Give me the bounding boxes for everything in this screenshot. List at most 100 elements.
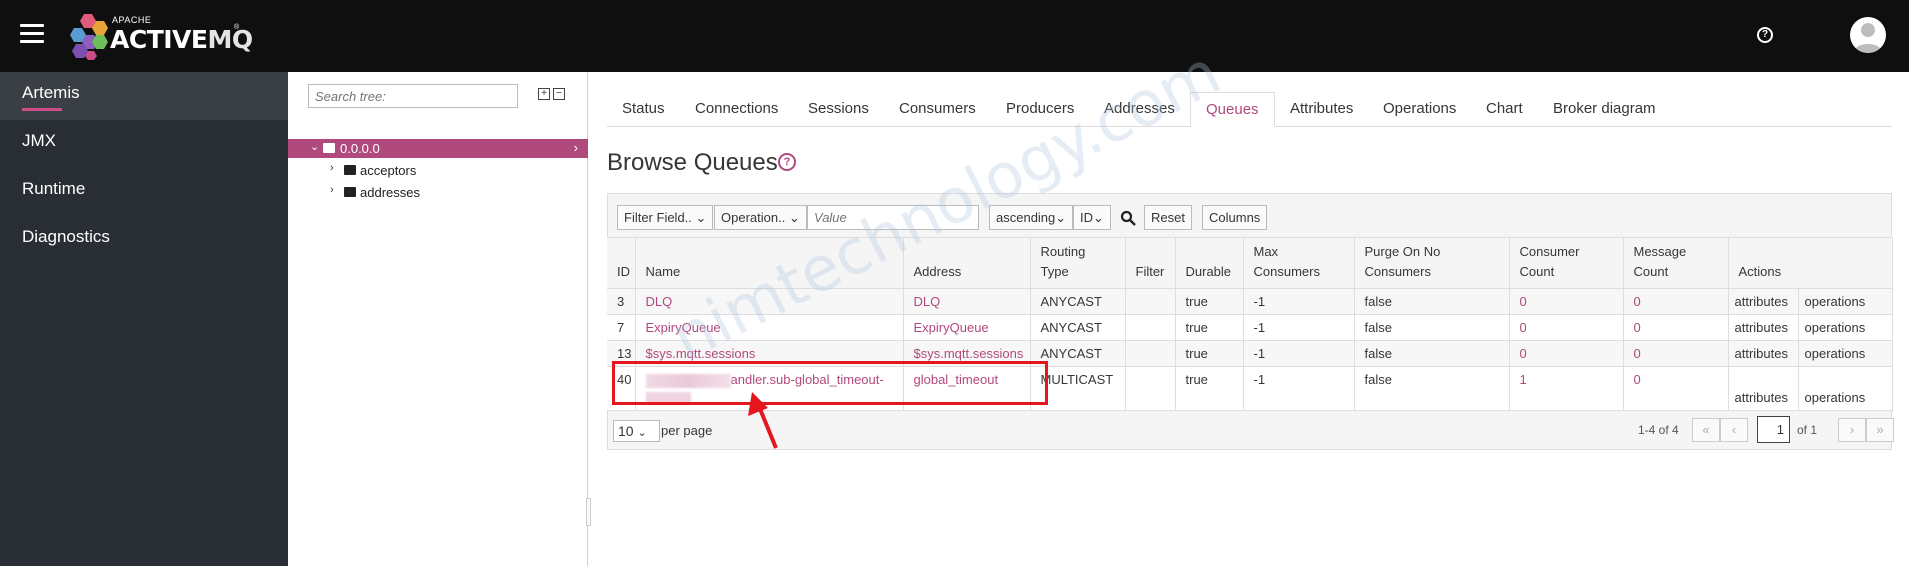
header-label: Consumers (1253, 264, 1320, 279)
column-header-routing-type[interactable]: Routing Type (1030, 238, 1126, 289)
column-header-consumer-count[interactable]: Consumer Count (1509, 238, 1624, 289)
chevron-down-icon[interactable]: ⌄ (310, 140, 319, 153)
nav-item-runtime[interactable]: Runtime (0, 168, 288, 216)
help-question-icon[interactable]: ? (778, 153, 796, 171)
chevron-right-icon[interactable]: › (330, 162, 334, 174)
panel-resize-handle[interactable] (586, 498, 591, 526)
attributes-action[interactable]: attributes (1728, 314, 1799, 341)
nav-item-label: Runtime (22, 179, 86, 198)
chevron-down-icon: ⌄ (695, 210, 707, 225)
collapse-all-icon[interactable]: − (553, 88, 565, 100)
cell-name-link[interactable]: ExpiryQueue (635, 314, 904, 341)
tab-producers[interactable]: Producers (991, 92, 1089, 127)
nav-item-diagnostics[interactable]: Diagnostics (0, 216, 288, 264)
column-header-purge[interactable]: Purge On No Consumers (1354, 238, 1510, 289)
operations-action[interactable]: operations (1798, 288, 1893, 315)
last-page-button[interactable]: » (1866, 418, 1894, 442)
tab-queues[interactable]: Queues (1190, 92, 1275, 127)
filter-toolbar: Filter Field.. ⌄ Operation.. ⌄ ascending… (607, 193, 1892, 238)
column-header-durable[interactable]: Durable (1175, 238, 1244, 289)
hamburger-menu-icon[interactable] (20, 24, 44, 44)
cell-address-link[interactable]: ExpiryQueue (903, 314, 1031, 341)
help-question-icon[interactable]: ? (1757, 27, 1773, 43)
previous-page-button[interactable]: ‹ (1720, 418, 1748, 442)
operation-label: Operation.. (721, 210, 786, 225)
nav-item-jmx[interactable]: JMX (0, 120, 288, 168)
first-page-button[interactable]: « (1692, 418, 1720, 442)
header-label: Type (1040, 264, 1069, 279)
column-header-max-consumers[interactable]: Max Consumers (1243, 238, 1355, 289)
columns-button[interactable]: Columns (1202, 205, 1268, 230)
cell-address-link[interactable]: DLQ (903, 288, 1031, 315)
filter-value-input[interactable] (807, 205, 979, 230)
user-silhouette-icon (1854, 23, 1882, 53)
tab-operations[interactable]: Operations (1368, 92, 1471, 127)
cell-consumer-count-link[interactable]: 1 (1509, 366, 1624, 412)
cell-message-count-link[interactable]: 0 (1623, 288, 1729, 315)
operations-action[interactable]: operations (1798, 340, 1893, 367)
cell-durable: true (1175, 366, 1244, 412)
header-label: Count (1633, 264, 1669, 279)
tab-status[interactable]: Status (607, 92, 680, 127)
page-number-input[interactable]: 1 (1757, 416, 1790, 443)
sort-field-dropdown[interactable]: ID⌄ (1073, 205, 1111, 230)
cell-message-count-link[interactable]: 0 (1623, 366, 1729, 412)
pagination-range: 1-4 of 4 (1638, 423, 1679, 437)
user-avatar-icon[interactable] (1850, 17, 1886, 53)
tab-attributes[interactable]: Attributes (1275, 92, 1368, 127)
attributes-action[interactable]: attributes (1728, 288, 1799, 315)
cell-name-link[interactable]: DLQ (635, 288, 904, 315)
tab-consumers[interactable]: Consumers (884, 92, 991, 127)
chevron-down-icon: ⌄ (637, 427, 647, 439)
tree-search-input[interactable] (308, 84, 518, 108)
operations-action[interactable]: operations (1798, 366, 1893, 412)
chevron-right-icon: › (573, 140, 578, 155)
nav-item-artemis[interactable]: Artemis (0, 72, 288, 120)
left-navigation: Artemis JMX Runtime Diagnostics (0, 72, 288, 566)
tree-node-label: acceptors (360, 163, 417, 178)
next-page-button[interactable]: › (1838, 418, 1866, 442)
cell-consumer-count-link[interactable]: 0 (1509, 314, 1624, 341)
pagination-bar: 10 ⌄ per page 1-4 of 4 « ‹ 1 of 1 › » (607, 410, 1894, 450)
column-header-address[interactable]: Address (903, 238, 1031, 289)
operations-action[interactable]: operations (1798, 314, 1893, 341)
cell-consumer-count-link[interactable]: 0 (1509, 340, 1624, 367)
tree-node-root[interactable]: ⌄ 0.0.0.0 › (288, 139, 588, 158)
reset-button[interactable]: Reset (1144, 205, 1192, 230)
tab-sessions[interactable]: Sessions (793, 92, 884, 127)
search-icon[interactable] (1120, 210, 1136, 226)
tab-broker-diagram[interactable]: Broker diagram (1538, 92, 1671, 127)
column-header-filter[interactable]: Filter (1125, 238, 1176, 289)
sort-order-dropdown[interactable]: ascending⌄ (989, 205, 1074, 230)
chevron-right-icon[interactable]: › (330, 184, 334, 196)
attributes-action[interactable]: attributes (1728, 366, 1799, 412)
filter-field-dropdown[interactable]: Filter Field.. ⌄ (617, 205, 714, 230)
column-header-message-count[interactable]: Message Count (1623, 238, 1729, 289)
per-page-select[interactable]: 10 ⌄ (613, 420, 660, 442)
cell-message-count-link[interactable]: 0 (1623, 340, 1729, 367)
table-row: 7 ExpiryQueue ExpiryQueue ANYCAST true -… (607, 314, 1893, 341)
table-row: 3 DLQ DLQ ANYCAST true -1 false 0 0 attr… (607, 288, 1893, 315)
tree-node-acceptors[interactable]: › acceptors (288, 160, 588, 180)
column-header-id[interactable]: ID (607, 238, 636, 289)
tree-panel: + − ⌄ 0.0.0.0 › › acceptors › addresses (288, 72, 588, 566)
cell-consumer-count-link[interactable]: 0 (1509, 288, 1624, 315)
cell-filter (1125, 288, 1176, 315)
column-header-name[interactable]: Name (635, 238, 904, 289)
cell-max-consumers: -1 (1243, 366, 1355, 412)
attributes-action[interactable]: attributes (1728, 340, 1799, 367)
tab-connections[interactable]: Connections (680, 92, 793, 127)
operation-dropdown[interactable]: Operation.. ⌄ (714, 205, 807, 230)
tree-node-addresses[interactable]: › addresses (288, 182, 588, 202)
logo-activemq-text: ACTIVEMQ (110, 25, 253, 54)
folder-icon (344, 187, 356, 197)
cell-message-count-link[interactable]: 0 (1623, 314, 1729, 341)
header-label: Filter (1135, 264, 1165, 279)
tab-chart[interactable]: Chart (1471, 92, 1538, 127)
expand-all-icon[interactable]: + (538, 88, 550, 100)
logo-mq-text: MQ (207, 25, 253, 54)
tab-addresses[interactable]: Addresses (1089, 92, 1190, 127)
header-label: Consumers (1364, 264, 1431, 279)
sort-order-label: ascending (996, 210, 1056, 225)
annotation-highlight-box (612, 361, 1048, 405)
